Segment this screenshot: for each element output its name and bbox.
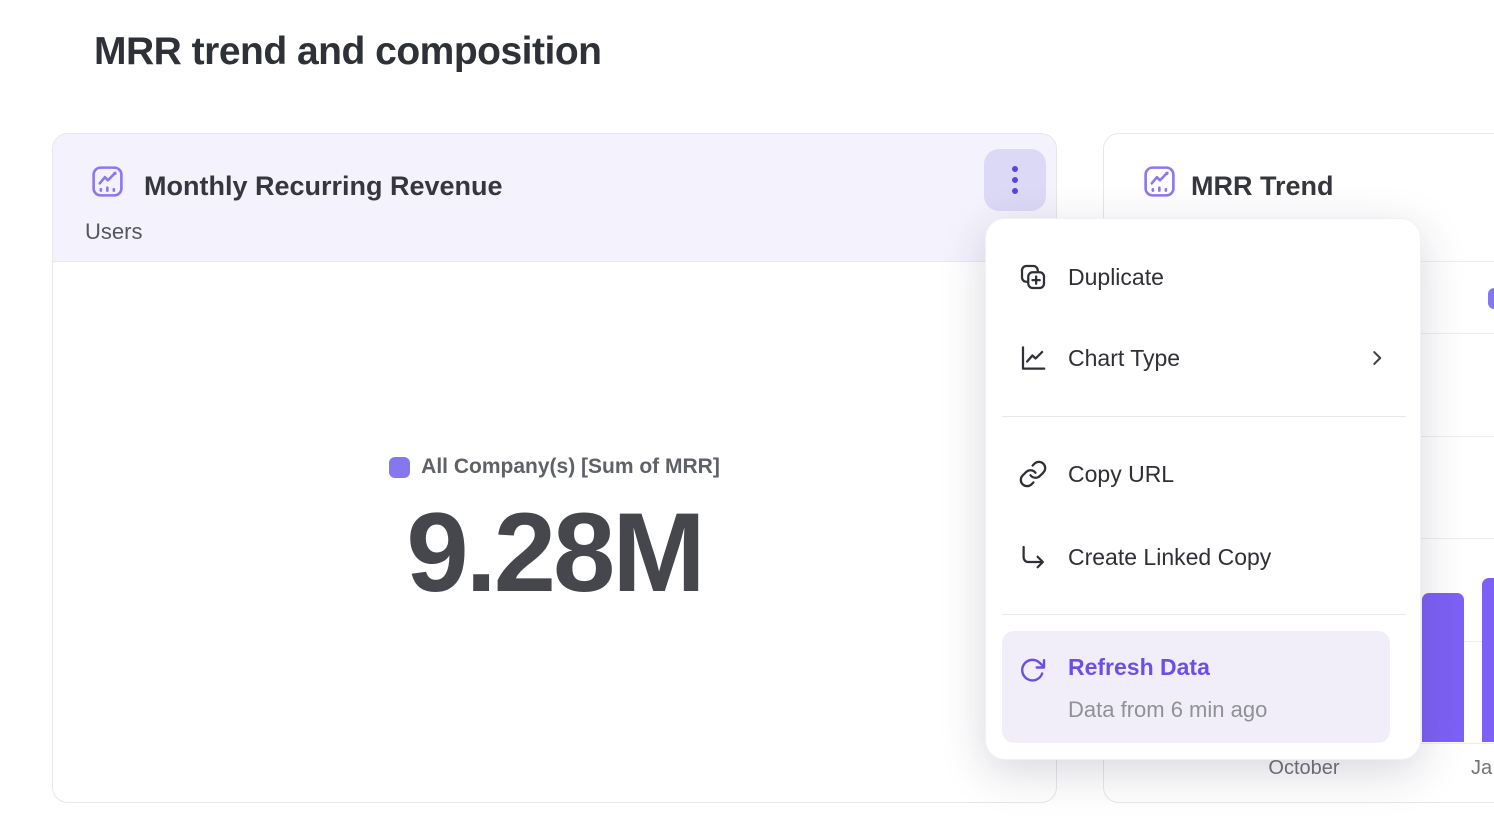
refresh-data-label: Refresh Data — [1068, 654, 1210, 681]
mrr-legend: All Company(s) [Sum of MRR] — [389, 455, 720, 479]
trend-legend-swatch — [1488, 288, 1494, 309]
menu-divider — [1002, 416, 1406, 417]
menu-item-refresh-data[interactable]: Refresh Data Data from 6 min ago — [1002, 631, 1390, 743]
menu-item-duplicate[interactable]: Duplicate — [986, 245, 1420, 309]
kebab-icon — [1012, 166, 1018, 172]
mrr-card-header: Monthly Recurring Revenue Users — [53, 134, 1056, 262]
menu-item-copy-url[interactable]: Copy URL — [986, 442, 1420, 506]
legend-swatch — [389, 457, 410, 478]
chevron-right-icon — [1366, 347, 1388, 369]
menu-item-chart-type[interactable]: Chart Type — [986, 326, 1420, 390]
mrr-card-subtitle: Users — [85, 219, 142, 245]
bar-october[interactable] — [1422, 593, 1464, 742]
x-axis-label-partial: Ja — [1471, 757, 1492, 780]
legend-label: All Company(s) [Sum of MRR] — [421, 455, 720, 479]
card-menu-button[interactable] — [984, 149, 1046, 211]
chart-type-icon — [1018, 343, 1048, 373]
page-title: MRR trend and composition — [94, 30, 602, 74]
menu-item-label: Duplicate — [1068, 264, 1164, 291]
mrr-big-number: 9.28M — [406, 497, 702, 609]
dashboard-screen: MRR trend and composition Monthly Recurr… — [0, 0, 1494, 816]
bar-january[interactable] — [1482, 578, 1494, 742]
link-icon — [1018, 459, 1048, 489]
mrr-card-body: All Company(s) [Sum of MRR] 9.28M — [53, 262, 1056, 802]
refresh-icon — [1018, 656, 1047, 685]
menu-item-label: Create Linked Copy — [1068, 544, 1271, 571]
mrr-card: Monthly Recurring Revenue Users All Comp… — [52, 133, 1057, 803]
chart-widget-icon — [89, 163, 126, 200]
linked-copy-icon — [1018, 542, 1048, 572]
x-axis-label-october: October — [1234, 757, 1374, 780]
refresh-data-sublabel: Data from 6 min ago — [1068, 697, 1267, 723]
menu-item-create-linked-copy[interactable]: Create Linked Copy — [986, 525, 1420, 589]
menu-item-label: Chart Type — [1068, 345, 1180, 372]
menu-item-label: Copy URL — [1068, 461, 1174, 488]
chart-widget-icon — [1141, 163, 1178, 200]
trend-card-title: MRR Trend — [1191, 171, 1334, 202]
mrr-card-title: Monthly Recurring Revenue — [144, 171, 503, 202]
menu-divider — [1002, 614, 1406, 615]
card-context-menu: Duplicate Chart Type — [985, 218, 1421, 760]
duplicate-icon — [1018, 262, 1048, 292]
